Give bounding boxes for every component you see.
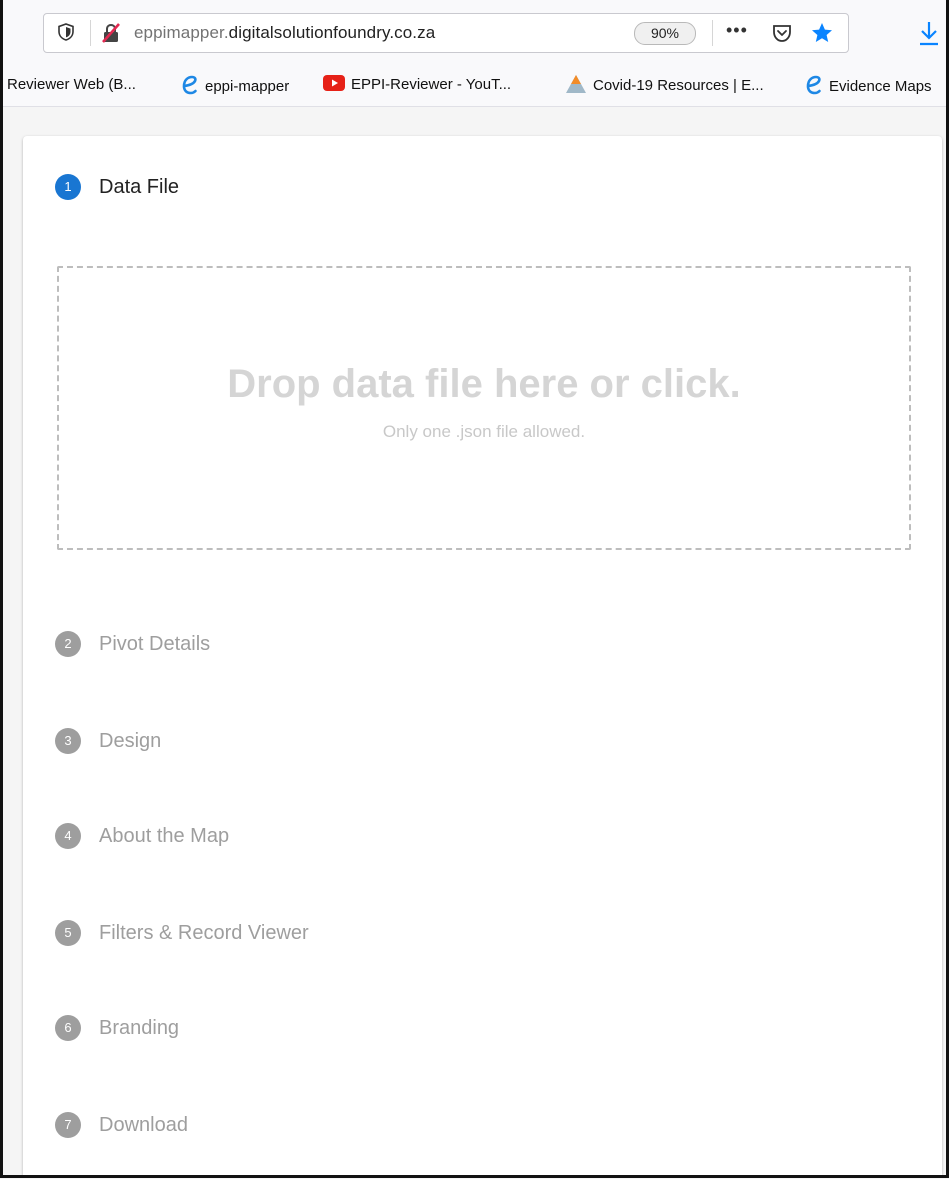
- page-actions-menu-button[interactable]: •••: [726, 20, 748, 41]
- bookmark-label: eppi-mapper: [205, 77, 290, 95]
- step-number-badge: 6: [55, 1015, 81, 1041]
- bookmark-evidence-maps[interactable]: Evidence Maps: [803, 75, 932, 98]
- wizard-stepper-card: 1 Data File Drop data file here or click…: [23, 136, 942, 1175]
- bookmark-label: Reviewer Web (B...: [7, 76, 136, 93]
- step-label: Filters & Record Viewer: [99, 922, 309, 944]
- url-domain: digitalsolutionfoundry.co.za: [228, 23, 436, 42]
- step-number-badge: 4: [55, 823, 81, 849]
- browser-window: eppimapper.digitalsolutionfoundry.co.za …: [0, 0, 949, 1178]
- step-number-badge: 1: [55, 174, 81, 200]
- url-text[interactable]: eppimapper.digitalsolutionfoundry.co.za: [134, 23, 435, 43]
- bookmark-star-icon[interactable]: [810, 21, 834, 45]
- step-label: Pivot Details: [99, 633, 211, 655]
- bookmark-eppi-reviewer-youtube[interactable]: EPPI-Reviewer - YouT...: [323, 75, 512, 93]
- shield-icon[interactable]: [56, 22, 76, 42]
- step-label: About the Map: [99, 825, 230, 847]
- e-logo-icon: [806, 75, 821, 95]
- pocket-icon[interactable]: [770, 21, 794, 45]
- url-bar[interactable]: eppimapper.digitalsolutionfoundry.co.za …: [43, 13, 849, 53]
- bookmark-label: Evidence Maps: [829, 77, 932, 95]
- zoom-level-button[interactable]: 90%: [634, 22, 696, 45]
- data-file-dropzone[interactable]: Drop data file here or click. Only one .…: [57, 266, 911, 550]
- bookmarks-toolbar: Reviewer Web (B... eppi-mapper EPPI-Revi…: [3, 68, 946, 107]
- step-number-badge: 7: [55, 1112, 81, 1138]
- url-separator: [712, 20, 713, 46]
- dropzone-title: Drop data file here or click.: [227, 362, 741, 406]
- step-number-badge: 5: [55, 920, 81, 946]
- dropzone-subtitle: Only one .json file allowed.: [382, 422, 586, 441]
- youtube-icon: [323, 75, 345, 92]
- step-number-badge: 2: [55, 631, 81, 657]
- step-label: Download: [99, 1114, 188, 1136]
- url-subdomain: eppimapper.: [134, 23, 229, 42]
- step-label: Data File: [99, 176, 180, 198]
- bookmark-reviewer-web[interactable]: Reviewer Web (B...: [7, 76, 136, 93]
- download-icon[interactable]: [917, 20, 941, 48]
- bookmark-covid-resources[interactable]: Covid-19 Resources | E...: [565, 75, 764, 96]
- step-label: Design: [99, 730, 162, 752]
- step-label: Branding: [99, 1017, 180, 1039]
- bookmark-label: EPPI-Reviewer - YouT...: [351, 76, 512, 93]
- triangle-logo-icon: [566, 75, 586, 93]
- browser-toolbar: eppimapper.digitalsolutionfoundry.co.za …: [3, 0, 946, 68]
- step-number-badge: 3: [55, 728, 81, 754]
- bookmark-eppi-mapper[interactable]: eppi-mapper: [179, 75, 290, 98]
- url-separator: [90, 20, 91, 46]
- insecure-lock-icon[interactable]: [100, 22, 122, 44]
- bookmark-label: Covid-19 Resources | E...: [593, 76, 764, 94]
- e-logo-icon: [182, 75, 197, 95]
